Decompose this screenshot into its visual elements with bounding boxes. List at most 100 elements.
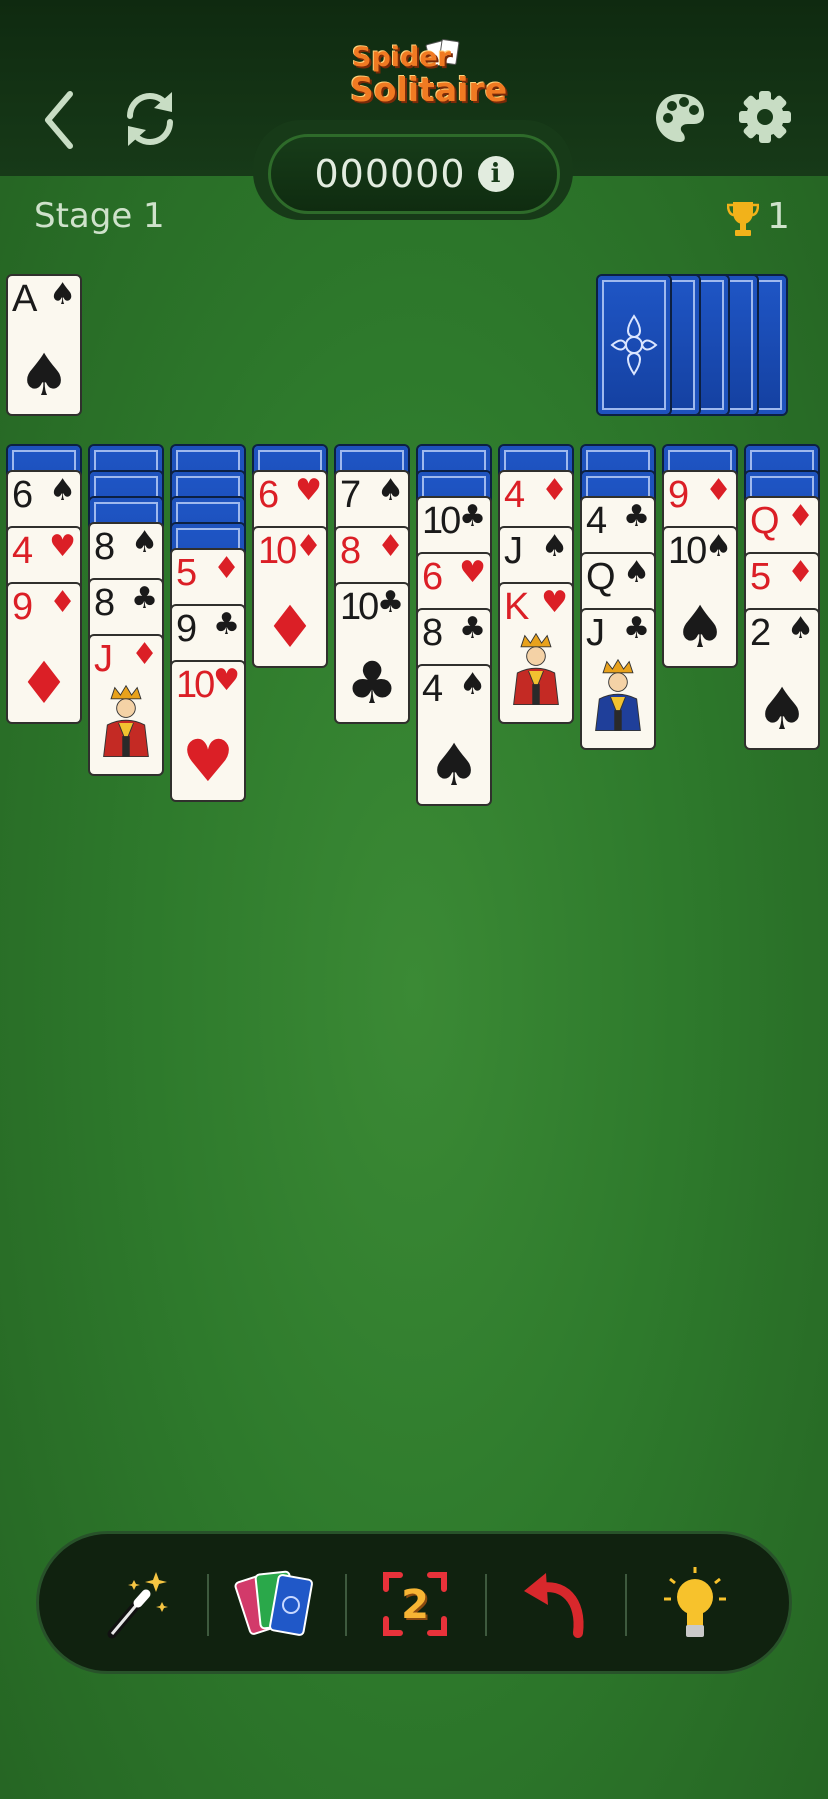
card-suit-icon: ♦ (295, 529, 322, 564)
card-rank: 6 (12, 474, 33, 516)
card-rank: 4 (504, 474, 525, 516)
card-center-suit-icon: ♠ (428, 731, 480, 799)
card-rank: 9 (12, 586, 33, 628)
palette-icon (656, 94, 704, 142)
playing-card[interactable]: 4 ♠ ♠ (416, 664, 492, 806)
settings-button[interactable] (738, 90, 792, 148)
card-rank: 2 (750, 612, 771, 654)
card-suit-icon: ♣ (213, 607, 240, 642)
card-suit-icon: ♠ (787, 611, 814, 646)
logo-text-solitaire: Solitaire (350, 70, 508, 109)
card-suit-icon: ♠ (705, 529, 732, 564)
card-rank: 8 (94, 582, 115, 624)
card-rank: 9 (668, 474, 689, 516)
card-suit-icon: ♦ (377, 529, 404, 564)
card-rank: K (504, 586, 529, 628)
card-rank: 8 (340, 530, 361, 572)
toolbar-divider (345, 1574, 347, 1636)
deal-button[interactable] (229, 1554, 325, 1654)
card-suit-icon: ♦ (787, 499, 814, 534)
restart-button[interactable] (120, 86, 180, 156)
trophy-icon (727, 202, 759, 236)
card-rank: 8 (94, 526, 115, 568)
playing-card[interactable]: 9 ♦ ♦ (6, 582, 82, 724)
refresh-icon (127, 92, 173, 146)
gear-icon (739, 91, 791, 143)
card-rank: 6 (422, 556, 443, 598)
back-button[interactable] (40, 88, 80, 156)
card-rank: 4 (12, 530, 33, 572)
card-suit-icon: ♠ (49, 277, 76, 312)
card-center-suit-icon: ♦ (264, 593, 316, 661)
magic-wand-icon (107, 1572, 168, 1639)
suit-count-label: 2 (401, 1582, 429, 1628)
card-suit-icon: ♠ (131, 525, 158, 560)
card-rank: Q (750, 500, 780, 542)
card-suit-icon: ♦ (213, 551, 240, 586)
card-rank: 10 (422, 500, 461, 542)
card-suit-icon: ♥ (541, 585, 568, 620)
stage-label: Stage 1 (34, 196, 165, 236)
card-suit-icon: ♥ (295, 473, 322, 508)
bottom-toolbar: 2 (36, 1531, 792, 1674)
card-center-suit-icon: ♠ (756, 675, 808, 743)
hint-button[interactable] (647, 1554, 743, 1654)
undo-icon (524, 1573, 584, 1638)
playing-card[interactable]: 10 ♥ ♥ (170, 660, 246, 802)
face-card-art (513, 632, 559, 705)
info-icon[interactable]: i (477, 156, 514, 192)
card-back-ornament-icon (610, 314, 658, 376)
card-suit-icon: ♣ (131, 581, 158, 616)
playing-card[interactable]: J ♦ (88, 634, 164, 776)
toolbar-divider (485, 1574, 487, 1636)
playing-card[interactable]: 10 ♠ ♠ (662, 526, 738, 668)
card-suit-icon: ♣ (623, 499, 650, 534)
card-suit-icon: ♥ (459, 555, 486, 590)
card-suit-icon: ♦ (541, 473, 568, 508)
card-suit-icon: ♣ (459, 611, 486, 646)
card-suit-icon: ♠ (49, 473, 76, 508)
card-suit-icon: ♠ (623, 555, 650, 590)
undo-button[interactable] (507, 1554, 603, 1654)
card-center-suit-icon: ♠ (674, 593, 726, 661)
theme-button[interactable] (654, 90, 706, 150)
card-suit-icon: ♣ (623, 611, 650, 646)
toolbar-divider (207, 1574, 209, 1636)
score-display: 000000 i (268, 134, 560, 214)
card-center-suit-icon: ♦ (18, 649, 70, 717)
card-suit-icon: ♠ (377, 473, 404, 508)
card-rank: 8 (422, 612, 443, 654)
card-rank: 5 (176, 552, 197, 594)
card-suit-icon: ♣ (377, 585, 404, 620)
stock-card-back[interactable] (596, 274, 672, 416)
card-rank: J (586, 612, 605, 654)
face-card-art (595, 658, 641, 731)
card-rank: 4 (586, 500, 607, 542)
score-value: 000000 (314, 152, 466, 196)
playing-card[interactable]: 2 ♠ ♠ (744, 608, 820, 750)
card-suit-icon: ♠ (541, 529, 568, 564)
suit-mode-button[interactable]: 2 (367, 1554, 463, 1654)
hint-bulb-icon (664, 1567, 726, 1637)
card-rank: 6 (258, 474, 279, 516)
card-rank: 9 (176, 608, 197, 650)
card-center-suit-icon: ♠ (18, 341, 70, 409)
playing-card[interactable]: K ♥ (498, 582, 574, 724)
face-card-art (103, 684, 149, 757)
card-rank: J (504, 530, 523, 572)
playing-card[interactable]: 10 ♦ ♦ (252, 526, 328, 668)
playing-card[interactable]: A ♠ ♠ (6, 274, 82, 416)
card-center-suit-icon: ♣ (346, 649, 398, 717)
card-rank: 4 (422, 668, 443, 710)
card-rank: A (12, 278, 37, 320)
playing-card[interactable]: J ♣ (580, 608, 656, 750)
card-rank: J (94, 638, 113, 680)
playing-card[interactable]: 10 ♣ ♣ (334, 582, 410, 724)
card-rank: 10 (340, 586, 379, 628)
deal-cards-icon (234, 1570, 313, 1636)
card-suit-icon: ♣ (459, 499, 486, 534)
auto-play-button[interactable] (89, 1554, 185, 1654)
card-suit-icon: ♦ (705, 473, 732, 508)
card-rank: 10 (258, 530, 297, 572)
logo-text-spider: Spider (352, 42, 451, 73)
